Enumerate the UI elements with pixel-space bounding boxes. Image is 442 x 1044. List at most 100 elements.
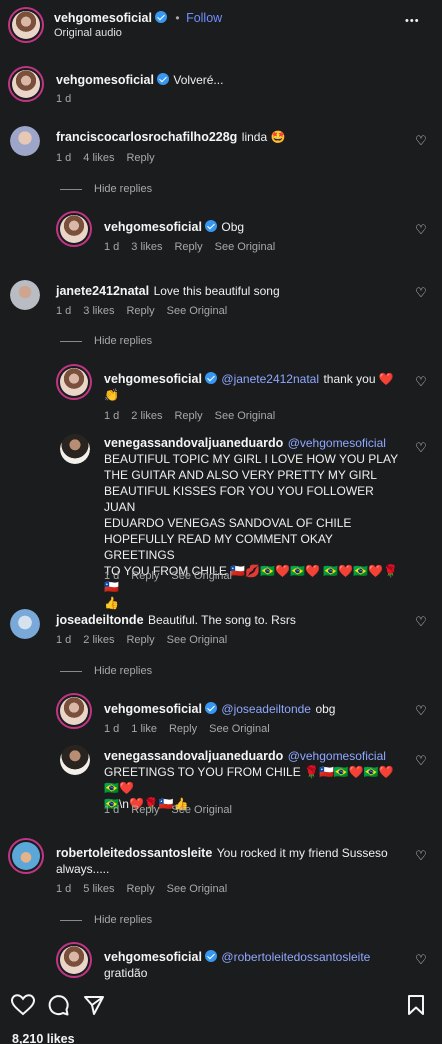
reply-mention[interactable]: @robertoleitedossantosleite bbox=[221, 950, 370, 964]
reply-button[interactable]: Reply bbox=[126, 634, 154, 646]
like-heart-icon[interactable]: ♡ bbox=[414, 615, 428, 629]
likes-count[interactable]: 8,210 likes bbox=[12, 1032, 75, 1044]
comment-bubble-icon[interactable] bbox=[47, 994, 69, 1016]
share-send-icon[interactable] bbox=[83, 994, 105, 1016]
like-heart-icon[interactable]: ♡ bbox=[414, 134, 428, 148]
comment-username[interactable]: franciscocarlosrochafilho228g bbox=[56, 130, 237, 144]
comment-username[interactable]: janete2412natal bbox=[56, 284, 149, 298]
reply-username[interactable]: vehgomesoficial bbox=[104, 950, 202, 964]
reply-mention[interactable]: @janete2412natal bbox=[221, 372, 319, 386]
like-heart-icon[interactable]: ♡ bbox=[414, 754, 428, 768]
see-original-button[interactable]: See Original bbox=[171, 804, 232, 816]
verified-badge-icon bbox=[154, 11, 167, 23]
reply-avatar[interactable] bbox=[56, 693, 92, 729]
reply-button[interactable]: Reply bbox=[126, 305, 154, 317]
see-original-button[interactable]: See Original bbox=[215, 241, 276, 253]
divider-line bbox=[60, 340, 82, 342]
divider-line bbox=[60, 670, 82, 672]
reply-button[interactable]: Reply bbox=[174, 410, 202, 422]
follow-button[interactable]: Follow bbox=[186, 11, 222, 25]
comment-time: 1 d bbox=[56, 883, 72, 895]
hide-replies-button[interactable]: Hide replies bbox=[60, 183, 152, 195]
hide-replies-button[interactable]: Hide replies bbox=[60, 665, 152, 677]
like-heart-icon[interactable]: ♡ bbox=[414, 441, 428, 455]
reply-avatar[interactable] bbox=[60, 434, 90, 464]
reply-button[interactable]: Reply bbox=[131, 570, 159, 582]
hide-replies-label: Hide replies bbox=[94, 183, 153, 195]
reply-avatar[interactable] bbox=[56, 364, 92, 400]
like-heart-icon[interactable]: ♡ bbox=[414, 953, 428, 967]
comment-likes[interactable]: 5 likes bbox=[83, 883, 114, 895]
more-options-icon[interactable]: ••• bbox=[405, 15, 420, 27]
like-heart-icon[interactable]: ♡ bbox=[414, 704, 428, 718]
reply-text-line: BEAUTIFUL TOPIC MY GIRL I LOVE HOW YOU P… bbox=[104, 452, 399, 466]
bookmark-icon[interactable] bbox=[406, 994, 426, 1016]
comment-likes[interactable]: 3 likes bbox=[83, 305, 114, 317]
header-username[interactable]: vehgomesoficial bbox=[54, 11, 152, 25]
reply-button[interactable]: Reply bbox=[131, 804, 159, 816]
reply-block: venegassandovaljuaneduardo @vehgomesofic… bbox=[104, 435, 404, 611]
avatar-image bbox=[60, 368, 88, 396]
reply-username[interactable]: venegassandovaljuaneduardo bbox=[104, 749, 283, 763]
reply-username[interactable]: vehgomesoficial bbox=[104, 220, 202, 234]
audio-label[interactable]: Original audio bbox=[54, 27, 122, 39]
caption-username[interactable]: vehgomesoficial bbox=[56, 73, 154, 87]
reply-meta: 1 d 1 like Reply See Original bbox=[104, 723, 270, 735]
like-heart-icon[interactable]: ♡ bbox=[414, 223, 428, 237]
reply-text-line: BEAUTIFUL KISSES FOR YOU YOU FOLLOWER JU… bbox=[104, 484, 374, 514]
hide-replies-button[interactable]: Hide replies bbox=[60, 335, 152, 347]
reply-avatar[interactable] bbox=[60, 745, 90, 775]
comment-avatar[interactable] bbox=[10, 126, 40, 156]
hide-replies-label: Hide replies bbox=[94, 914, 153, 926]
comment-line: janete2412natal Love this beautiful song bbox=[56, 282, 280, 300]
like-heart-icon[interactable]: ♡ bbox=[414, 286, 428, 300]
see-original-button[interactable]: See Original bbox=[167, 634, 228, 646]
comment-meta: 1 d 2 likes Reply See Original bbox=[56, 634, 227, 646]
caption-time: 1 d bbox=[56, 93, 72, 105]
comment-username[interactable]: robertoleitedossantosleite bbox=[56, 846, 212, 860]
comment-avatar[interactable] bbox=[10, 609, 40, 639]
reply-button[interactable]: Reply bbox=[126, 152, 154, 164]
see-original-button[interactable]: See Original bbox=[209, 723, 270, 735]
reply-button[interactable]: Reply bbox=[169, 723, 197, 735]
reply-time: 1 d bbox=[104, 410, 120, 422]
hide-replies-button[interactable]: Hide replies bbox=[60, 914, 152, 926]
header-user-line: vehgomesoficial • Follow bbox=[54, 9, 222, 27]
reply-username[interactable]: vehgomesoficial bbox=[104, 702, 202, 716]
like-heart-icon[interactable] bbox=[11, 994, 35, 1016]
header-avatar[interactable] bbox=[8, 7, 44, 43]
comment-avatar[interactable] bbox=[10, 280, 40, 310]
reply-text-line: GREETINGS TO YOU FROM CHILE 🌹🇨🇱🇧🇷❤️🇧🇷❤️ … bbox=[104, 765, 394, 795]
reply-avatar[interactable] bbox=[56, 211, 92, 247]
see-original-button[interactable]: See Original bbox=[171, 570, 232, 582]
reply-mention[interactable]: @joseadeiltonde bbox=[221, 702, 311, 716]
avatar-image bbox=[60, 697, 88, 725]
reply-button[interactable]: Reply bbox=[126, 883, 154, 895]
see-original-button[interactable]: See Original bbox=[167, 883, 228, 895]
reply-button[interactable]: Reply bbox=[174, 241, 202, 253]
reply-username[interactable]: vehgomesoficial bbox=[104, 372, 202, 386]
comment-text: You rocked it my friend Susseso bbox=[216, 846, 388, 860]
reply-avatar[interactable] bbox=[56, 942, 92, 978]
reply-mention[interactable]: @vehgomesoficial bbox=[288, 436, 386, 450]
comment-line: robertoleitedossantosleite You rocked it… bbox=[56, 845, 396, 877]
reply-likes[interactable]: 3 likes bbox=[131, 241, 162, 253]
caption-avatar[interactable] bbox=[8, 66, 44, 102]
reply-likes[interactable]: 1 like bbox=[131, 723, 157, 735]
comment-avatar[interactable] bbox=[8, 838, 44, 874]
comment-text: Love this beautiful song bbox=[153, 284, 280, 298]
see-original-button[interactable]: See Original bbox=[215, 410, 276, 422]
comment-likes[interactable]: 2 likes bbox=[83, 634, 114, 646]
see-original-button[interactable]: See Original bbox=[167, 305, 228, 317]
reply-mention[interactable]: @vehgomesoficial bbox=[288, 749, 386, 763]
like-heart-icon[interactable]: ♡ bbox=[414, 375, 428, 389]
comment-likes[interactable]: 4 likes bbox=[83, 152, 114, 164]
avatar-image bbox=[10, 126, 40, 156]
comment-text: Beautiful. The song to. Rsrs bbox=[147, 613, 296, 627]
verified-badge-icon bbox=[204, 220, 217, 232]
comment-username[interactable]: joseadeiltonde bbox=[56, 613, 144, 627]
reply-time: 1 d bbox=[104, 723, 120, 735]
reply-likes[interactable]: 2 likes bbox=[131, 410, 162, 422]
like-heart-icon[interactable]: ♡ bbox=[414, 849, 428, 863]
reply-username[interactable]: venegassandovaljuaneduardo bbox=[104, 436, 283, 450]
